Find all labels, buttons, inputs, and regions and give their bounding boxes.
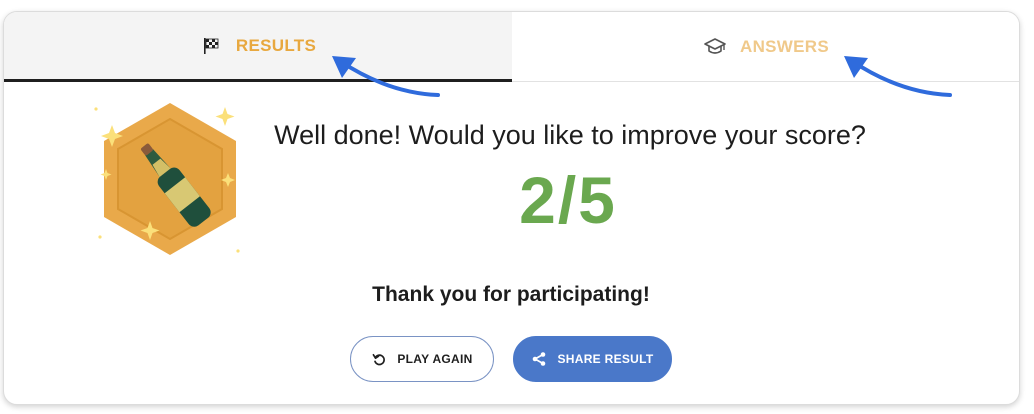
share-result-button[interactable]: SHARE RESULT <box>513 336 672 382</box>
graduation-cap-icon <box>704 36 726 58</box>
result-headline: Well done! Would you like to improve you… <box>274 120 866 150</box>
share-result-label: SHARE RESULT <box>557 352 654 366</box>
play-again-label: PLAY AGAIN <box>397 352 473 366</box>
thanks-message: Thank you for participating! <box>372 283 650 306</box>
checkered-flag-icon <box>200 35 222 57</box>
tab-answers[interactable]: ANSWERS <box>512 12 1019 82</box>
play-again-button[interactable]: PLAY AGAIN <box>350 336 494 382</box>
score-value: 2/5 <box>519 163 617 237</box>
champagne-bottle-icon <box>90 95 250 265</box>
tab-results-label: RESULTS <box>235 35 317 55</box>
tab-bar: RESULTS ANSWERS <box>4 12 1019 82</box>
replay-icon <box>371 351 387 367</box>
tab-results[interactable]: RESULTS <box>4 12 512 82</box>
tab-answers-label: ANSWERS <box>740 36 829 56</box>
share-icon <box>531 351 547 367</box>
